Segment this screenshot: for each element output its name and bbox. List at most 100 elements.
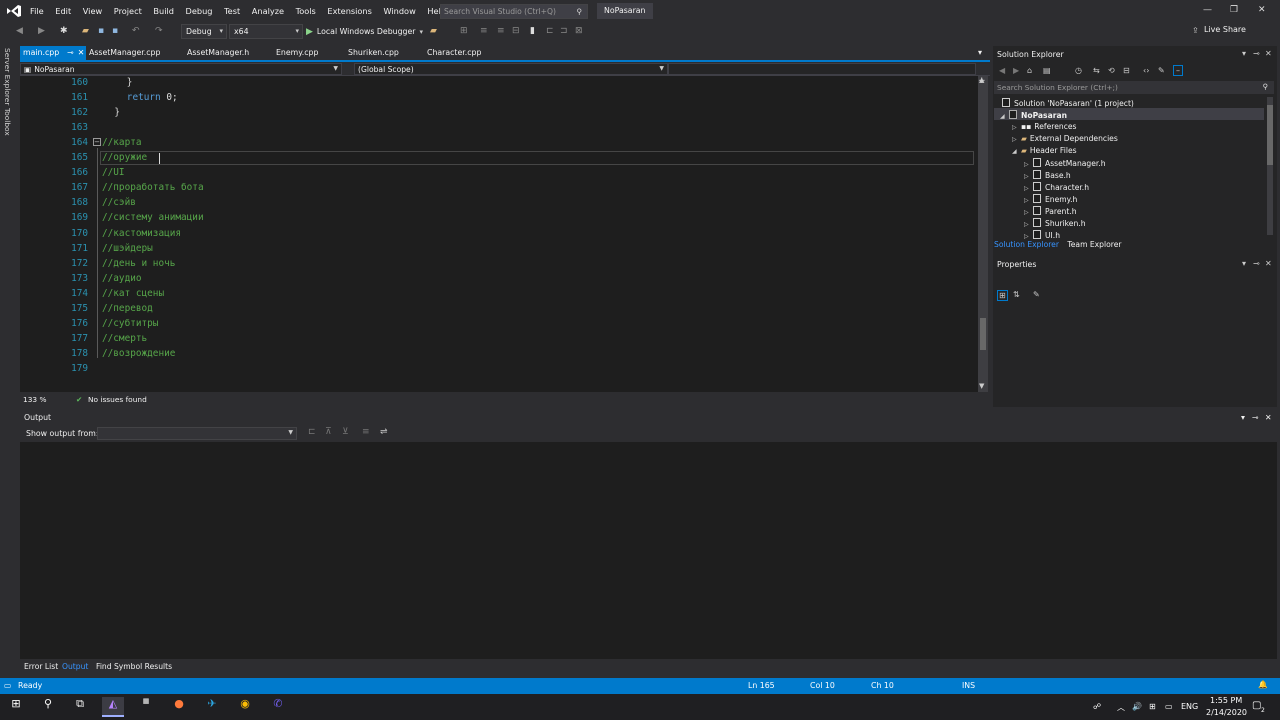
expanded-icon[interactable]: ◢ bbox=[1012, 148, 1021, 155]
pending-changes-icon[interactable]: ◷ bbox=[1075, 66, 1082, 75]
scroll-down-icon[interactable]: ▼ bbox=[979, 382, 984, 390]
telegram-icon[interactable]: ✈ bbox=[201, 697, 223, 717]
task-view-icon[interactable]: ⧉ bbox=[69, 697, 91, 717]
panel-menu-icon[interactable]: ▾ bbox=[1242, 49, 1246, 58]
header-file-item[interactable]: ▷ AssetManager.h bbox=[1024, 158, 1106, 168]
header-file-item[interactable]: ▷ Parent.h bbox=[1024, 206, 1077, 216]
collapsed-icon[interactable]: ▷ bbox=[1024, 173, 1033, 180]
format-icon[interactable]: ≡ bbox=[480, 26, 488, 36]
properties-icon[interactable]: ✎ bbox=[1158, 66, 1165, 75]
minimize-icon[interactable]: — bbox=[1203, 5, 1212, 15]
close-icon[interactable]: ✕ bbox=[1258, 5, 1266, 15]
tab-solution-explorer[interactable]: Solution Explorer bbox=[994, 240, 1059, 249]
search-icon[interactable]: ⚲ bbox=[37, 697, 59, 717]
header-file-item[interactable]: ▷ Character.h bbox=[1024, 182, 1089, 192]
header-file-item[interactable]: ▷ Base.h bbox=[1024, 170, 1071, 180]
step-icon[interactable]: ⊞ bbox=[460, 26, 468, 36]
attach-icon[interactable]: ▰ bbox=[430, 26, 437, 36]
split-editor-icon[interactable]: + bbox=[978, 76, 986, 86]
search-input[interactable]: Search Visual Studio (Ctrl+Q) ⚲ bbox=[440, 4, 588, 19]
toolbox-tab[interactable]: Toolbox bbox=[3, 108, 12, 136]
pin-icon[interactable]: ⊸ bbox=[67, 48, 74, 57]
redo-icon[interactable]: ↷ bbox=[155, 26, 163, 36]
header-file-item[interactable]: ▷ Shuriken.h bbox=[1024, 218, 1086, 228]
collapsed-icon[interactable]: ▷ bbox=[1024, 209, 1033, 216]
menu-project[interactable]: Project bbox=[114, 6, 142, 16]
code-line[interactable]: //сэйв bbox=[102, 197, 136, 208]
back-icon[interactable]: ◀ bbox=[999, 66, 1005, 75]
switch-views-icon[interactable]: ▤ bbox=[1043, 66, 1051, 75]
menu-extensions[interactable]: Extensions bbox=[327, 6, 371, 16]
categorized-icon[interactable]: ⊞ bbox=[997, 290, 1008, 301]
collapse-region-icon[interactable]: − bbox=[93, 138, 101, 146]
code-editor[interactable]: 160} 161 return 0; 162} 163 164//карта 165//ор… bbox=[20, 76, 978, 392]
tree-scrollbar[interactable] bbox=[1267, 97, 1273, 235]
tab-character-cpp[interactable]: Character.cpp bbox=[424, 46, 484, 60]
references-node[interactable]: ▷ ▪▪ References bbox=[1012, 122, 1077, 131]
visual-studio-logo-icon[interactable] bbox=[6, 4, 22, 18]
editor-scrollbar[interactable]: ▲ ▼ bbox=[978, 76, 988, 392]
menu-window[interactable]: Window bbox=[383, 6, 415, 16]
save-all-icon[interactable]: ▪ bbox=[112, 26, 118, 36]
scope-dropdown[interactable]: (Global Scope) ▼ bbox=[354, 63, 668, 75]
collapsed-icon[interactable]: ▷ bbox=[1012, 136, 1021, 143]
epic-games-icon[interactable]: ▦ bbox=[135, 697, 157, 717]
network-icon[interactable]: ▭ bbox=[1165, 702, 1173, 711]
collapsed-icon[interactable]: ▷ bbox=[1024, 233, 1033, 240]
code-line[interactable]: //смерть bbox=[102, 333, 147, 344]
pin-icon[interactable]: ⊸ bbox=[1252, 413, 1259, 422]
code-line[interactable]: //кат сцены bbox=[102, 288, 164, 299]
maximize-icon[interactable]: ❐ bbox=[1230, 5, 1238, 15]
undo-icon[interactable]: ↶ bbox=[132, 26, 140, 36]
pin-icon[interactable]: ⊸ bbox=[1253, 259, 1260, 268]
close-icon[interactable]: ✕ bbox=[1265, 49, 1272, 58]
menu-tools[interactable]: Tools bbox=[296, 6, 316, 16]
collapse-all-icon[interactable]: ⊟ bbox=[1123, 66, 1130, 75]
live-share-button[interactable]: Live Share bbox=[1204, 25, 1246, 34]
collapsed-icon[interactable]: ▷ bbox=[1024, 185, 1033, 192]
configuration-dropdown[interactable]: Debug ▾ bbox=[181, 24, 227, 39]
menu-edit[interactable]: Edit bbox=[55, 6, 71, 16]
close-icon[interactable]: ✕ bbox=[1265, 259, 1272, 268]
expanded-icon[interactable]: ◢ bbox=[1000, 113, 1009, 120]
menu-build[interactable]: Build bbox=[153, 6, 174, 16]
menu-analyze[interactable]: Analyze bbox=[252, 6, 284, 16]
output-source-dropdown[interactable]: ▼ bbox=[97, 427, 297, 440]
home-icon[interactable]: ⌂ bbox=[1027, 66, 1032, 75]
prev-bookmark-icon[interactable]: ⊏ bbox=[546, 26, 554, 36]
code-line[interactable]: //UI bbox=[102, 167, 125, 178]
zoom-level[interactable]: 133 % bbox=[23, 395, 46, 404]
clear-all-icon[interactable]: ≡ bbox=[362, 427, 370, 437]
tab-main-cpp[interactable]: main.cpp ⊸ ✕ bbox=[20, 46, 86, 60]
scroll-thumb[interactable] bbox=[980, 318, 986, 350]
issues-status[interactable]: No issues found bbox=[88, 395, 147, 404]
external-deps-node[interactable]: ▷ ▰ External Dependencies bbox=[1012, 134, 1118, 143]
app-orange-icon[interactable]: ● bbox=[168, 697, 190, 717]
code-line[interactable]: } bbox=[127, 77, 133, 88]
tab-team-explorer[interactable]: Team Explorer bbox=[1067, 240, 1121, 249]
platform-dropdown[interactable]: x64 ▾ bbox=[229, 24, 303, 39]
start-debugging-button[interactable]: ▶ Local Windows Debugger ▾ bbox=[306, 24, 423, 39]
code-line[interactable]: //проработать бота bbox=[102, 182, 204, 193]
tab-find-symbol-results[interactable]: Find Symbol Results bbox=[96, 662, 172, 671]
header-file-item[interactable]: ▷ Enemy.h bbox=[1024, 194, 1077, 204]
notifications-icon[interactable]: 🔔 bbox=[1258, 680, 1268, 689]
tab-assetmanager-cpp[interactable]: AssetManager.cpp bbox=[86, 46, 163, 60]
project-node[interactable]: ◢ NoPasaran bbox=[1000, 110, 1067, 120]
project-dropdown[interactable]: ▣ NoPasaran ▼ bbox=[20, 63, 342, 75]
volume-icon[interactable]: 🔊 bbox=[1132, 702, 1142, 711]
comment-icon[interactable]: ⊟ bbox=[512, 26, 520, 36]
collapsed-icon[interactable]: ▷ bbox=[1012, 124, 1021, 131]
code-line[interactable]: //систему анимации bbox=[102, 212, 204, 223]
menu-file[interactable]: File bbox=[30, 6, 44, 16]
panel-menu-icon[interactable]: ▾ bbox=[1241, 413, 1245, 422]
tab-overflow-icon[interactable]: ▾ bbox=[978, 48, 982, 57]
app-tray-icon[interactable]: ⊞ bbox=[1149, 702, 1156, 711]
prev-message-icon[interactable]: ⊼ bbox=[325, 427, 332, 437]
header-file-item[interactable]: ▷ UI.h bbox=[1024, 230, 1060, 240]
bookmark-icon[interactable]: ▮ bbox=[530, 26, 535, 36]
pin-icon[interactable]: ⊸ bbox=[1253, 49, 1260, 58]
menu-test[interactable]: Test bbox=[224, 6, 240, 16]
server-explorer-tab[interactable]: Server Explorer bbox=[3, 48, 12, 105]
language-indicator[interactable]: ENG bbox=[1181, 702, 1198, 711]
